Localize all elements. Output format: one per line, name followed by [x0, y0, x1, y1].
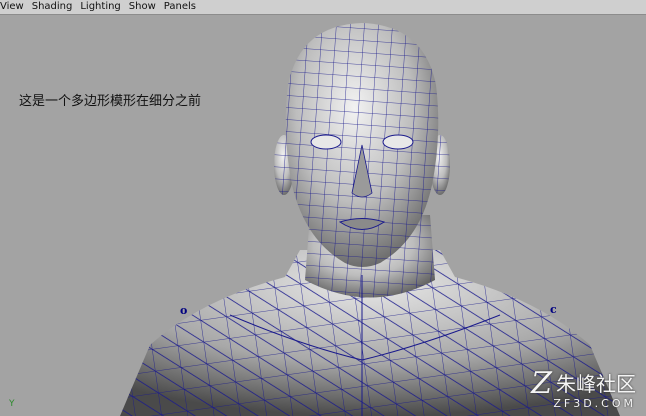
- right-eye: [382, 134, 414, 150]
- watermark-cn: 朱峰社区: [556, 372, 636, 396]
- axis-y-label: Y: [9, 399, 15, 409]
- watermark-en: ZF3D.COM: [553, 397, 636, 410]
- menu-view[interactable]: View: [0, 0, 28, 14]
- left-eye: [310, 134, 342, 150]
- right-marker: c: [550, 303, 557, 316]
- menu-shading[interactable]: Shading: [28, 0, 77, 14]
- polygon-head-model: [120, 23, 620, 416]
- logo-icon: Z: [531, 366, 552, 401]
- menu-lighting[interactable]: Lighting: [76, 0, 124, 14]
- menu-show[interactable]: Show: [125, 0, 160, 14]
- menu-panels[interactable]: Panels: [160, 0, 200, 14]
- viewport-menubar: View Shading Lighting Show Panels: [0, 0, 646, 15]
- site-watermark: Z 朱峰社区 ZF3D.COM: [531, 366, 636, 411]
- left-marker: o: [180, 304, 188, 317]
- 3d-viewport[interactable]: 这是一个多边形模形在细分之前 o c Y Z 朱峰社区 ZF3D.COM: [0, 15, 646, 416]
- viewport-caption: 这是一个多边形模形在细分之前: [19, 94, 202, 109]
